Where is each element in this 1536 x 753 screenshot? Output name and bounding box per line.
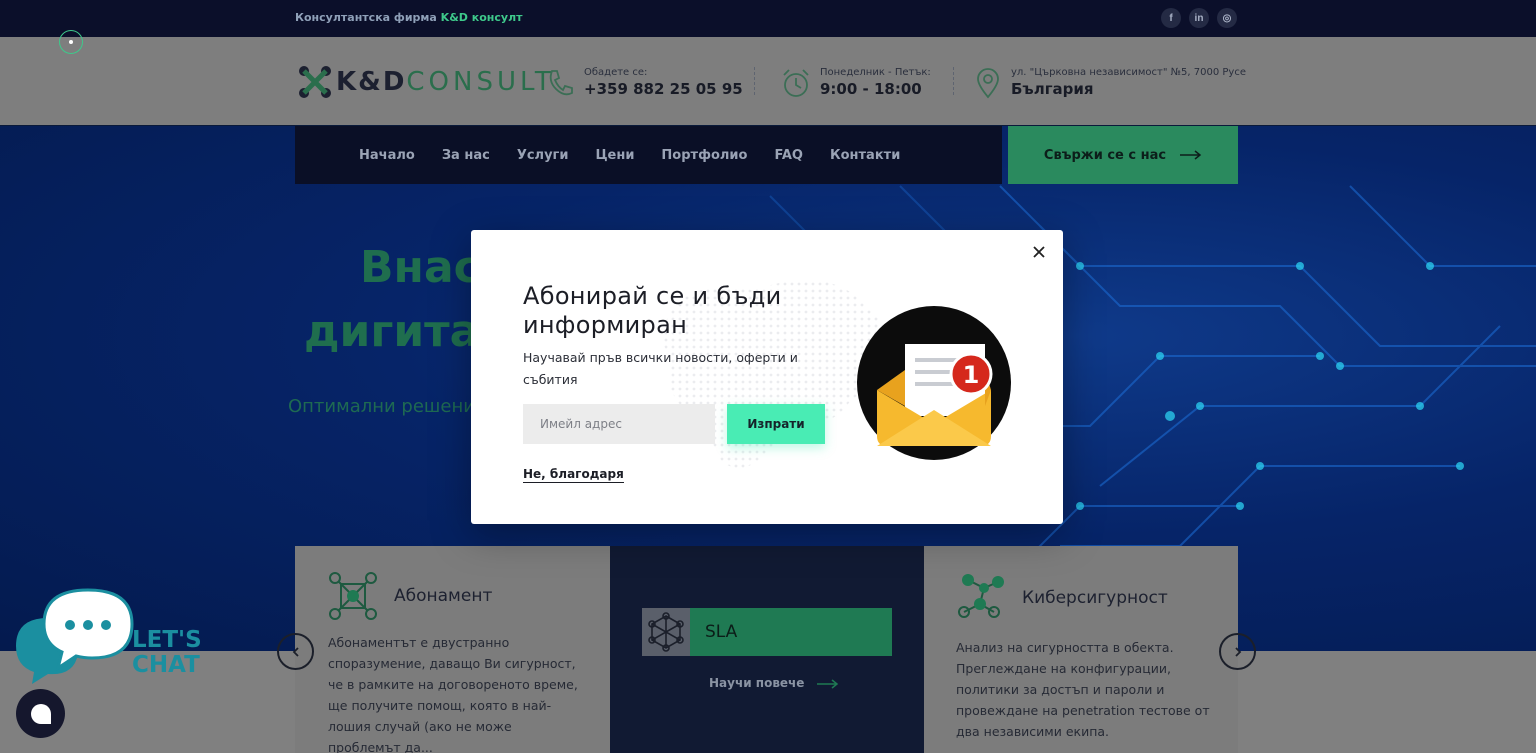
notification-count: 1 xyxy=(963,361,980,389)
carousel-next-button[interactable] xyxy=(1219,633,1256,670)
modal-description: Научавай пръв всички новости, оферти и с… xyxy=(523,350,798,387)
contact-us-label: Свържи се с нас xyxy=(1043,147,1167,163)
topbar-prefix: Консултантска фирма xyxy=(295,11,437,24)
logo-bold: K&D xyxy=(336,67,407,97)
facebook-icon[interactable]: f xyxy=(1161,8,1181,28)
close-modal-button[interactable] xyxy=(1029,242,1049,262)
lets-chat-line1: LET'S xyxy=(132,627,202,653)
sla-title-bar: SLA xyxy=(642,608,892,656)
chevron-right-icon xyxy=(1234,646,1241,657)
header-divider xyxy=(754,67,755,95)
top-bar: Консултантска фирма K&D консулт f in ◎ xyxy=(0,0,1536,37)
card-title-subscription: Абонамент xyxy=(394,586,493,606)
address-country: България xyxy=(1011,80,1094,98)
close-icon xyxy=(1033,246,1045,258)
contact-us-button[interactable]: Свържи се с нас xyxy=(1008,126,1238,184)
chevron-left-icon xyxy=(292,646,299,657)
lets-chat-text: LET'S CHAT xyxy=(132,628,202,678)
carousel-prev-button[interactable] xyxy=(277,633,314,670)
arrow-right-icon xyxy=(1180,150,1202,160)
alarm-clock-icon xyxy=(783,69,809,97)
hours-info: Понеделник - Петък: 9:00 - 18:00 xyxy=(820,67,931,98)
loading-indicator-icon xyxy=(59,30,83,54)
arrow-right-icon xyxy=(816,678,838,689)
envelope-notification-icon: 1 xyxy=(857,306,1011,460)
nav-item-about[interactable]: За нас xyxy=(442,148,490,163)
nav-item-contacts[interactable]: Контакти xyxy=(830,148,900,163)
card-title-cybersecurity: Киберсигурност xyxy=(1022,588,1168,608)
lets-chat-widget[interactable]: LET'S CHAT xyxy=(14,588,204,688)
address-info: ул. "Църковна независимост" №5, 7000 Рус… xyxy=(1011,67,1246,98)
topbar-tagline: Консултантска фирма K&D консулт xyxy=(295,11,523,24)
service-card-cybersecurity[interactable]: Киберсигурност Анализ на сигурността в о… xyxy=(924,546,1238,753)
learn-more-label: Научи повече xyxy=(709,676,805,690)
linkedin-icon[interactable]: in xyxy=(1189,8,1209,28)
logo-icon[interactable] xyxy=(298,65,332,99)
subscribe-submit-button[interactable]: Изпрати xyxy=(727,404,825,444)
nav-item-portfolio[interactable]: Портфолио xyxy=(661,148,747,163)
email-field[interactable] xyxy=(523,404,715,444)
site-header: K&DCONSULT Обадете се: +359 882 25 05 95… xyxy=(0,37,1536,125)
molecule-icon xyxy=(648,612,684,652)
lets-chat-line2: CHAT xyxy=(132,652,200,678)
network-grid-icon xyxy=(329,572,377,620)
hours-label: Понеделник - Петък: xyxy=(820,67,931,78)
logo-wordmark[interactable]: K&DCONSULT xyxy=(336,67,555,97)
location-pin-icon xyxy=(977,68,999,99)
cybersecurity-nodes-icon xyxy=(958,574,1004,618)
nav-item-prices[interactable]: Цени xyxy=(595,148,634,163)
phone-label: Обадете се: xyxy=(584,67,648,78)
newsletter-modal: Абонирай се и бъди информиран Научавай п… xyxy=(471,230,1063,524)
chat-icon xyxy=(30,703,51,724)
hero-subtitle: Оптимални решени xyxy=(288,396,475,417)
nav-item-services[interactable]: Услуги xyxy=(517,148,569,163)
phone-icon xyxy=(549,70,573,96)
decline-link[interactable]: Не, благодаря xyxy=(523,467,624,483)
service-card-subscription[interactable]: Абонамент Абонаментът е двустранно спора… xyxy=(295,546,610,753)
service-card-sla[interactable]: SLA Научи повече xyxy=(610,546,924,753)
phone-info: Обадете се: +359 882 25 05 95 xyxy=(584,67,743,98)
chat-launcher-button[interactable] xyxy=(16,689,65,738)
nav-item-home[interactable]: Начало xyxy=(359,148,415,163)
main-nav: Начало За нас Услуги Цени Портфолио FAQ … xyxy=(295,126,1002,184)
address-label: ул. "Църковна независимост" №5, 7000 Рус… xyxy=(1011,67,1246,78)
instagram-icon[interactable]: ◎ xyxy=(1217,8,1237,28)
card-text-cybersecurity: Анализ на сигурността в обекта. Преглежд… xyxy=(956,640,1210,739)
hours-value: 9:00 - 18:00 xyxy=(820,80,922,98)
nav-item-faq[interactable]: FAQ xyxy=(774,148,803,163)
topbar-brand[interactable]: K&D консулт xyxy=(441,11,523,24)
phone-number[interactable]: +359 882 25 05 95 xyxy=(584,80,743,98)
modal-title: Абонирай се и бъди информиран xyxy=(523,282,782,339)
sla-icon-box xyxy=(642,608,690,656)
card-text-subscription: Абонаментът е двустранно споразумение, д… xyxy=(328,635,578,753)
card-title-sla: SLA xyxy=(705,622,738,642)
learn-more-link[interactable]: Научи повече xyxy=(709,676,839,690)
logo-thin: CONSULT xyxy=(406,67,555,97)
header-divider xyxy=(953,67,954,95)
